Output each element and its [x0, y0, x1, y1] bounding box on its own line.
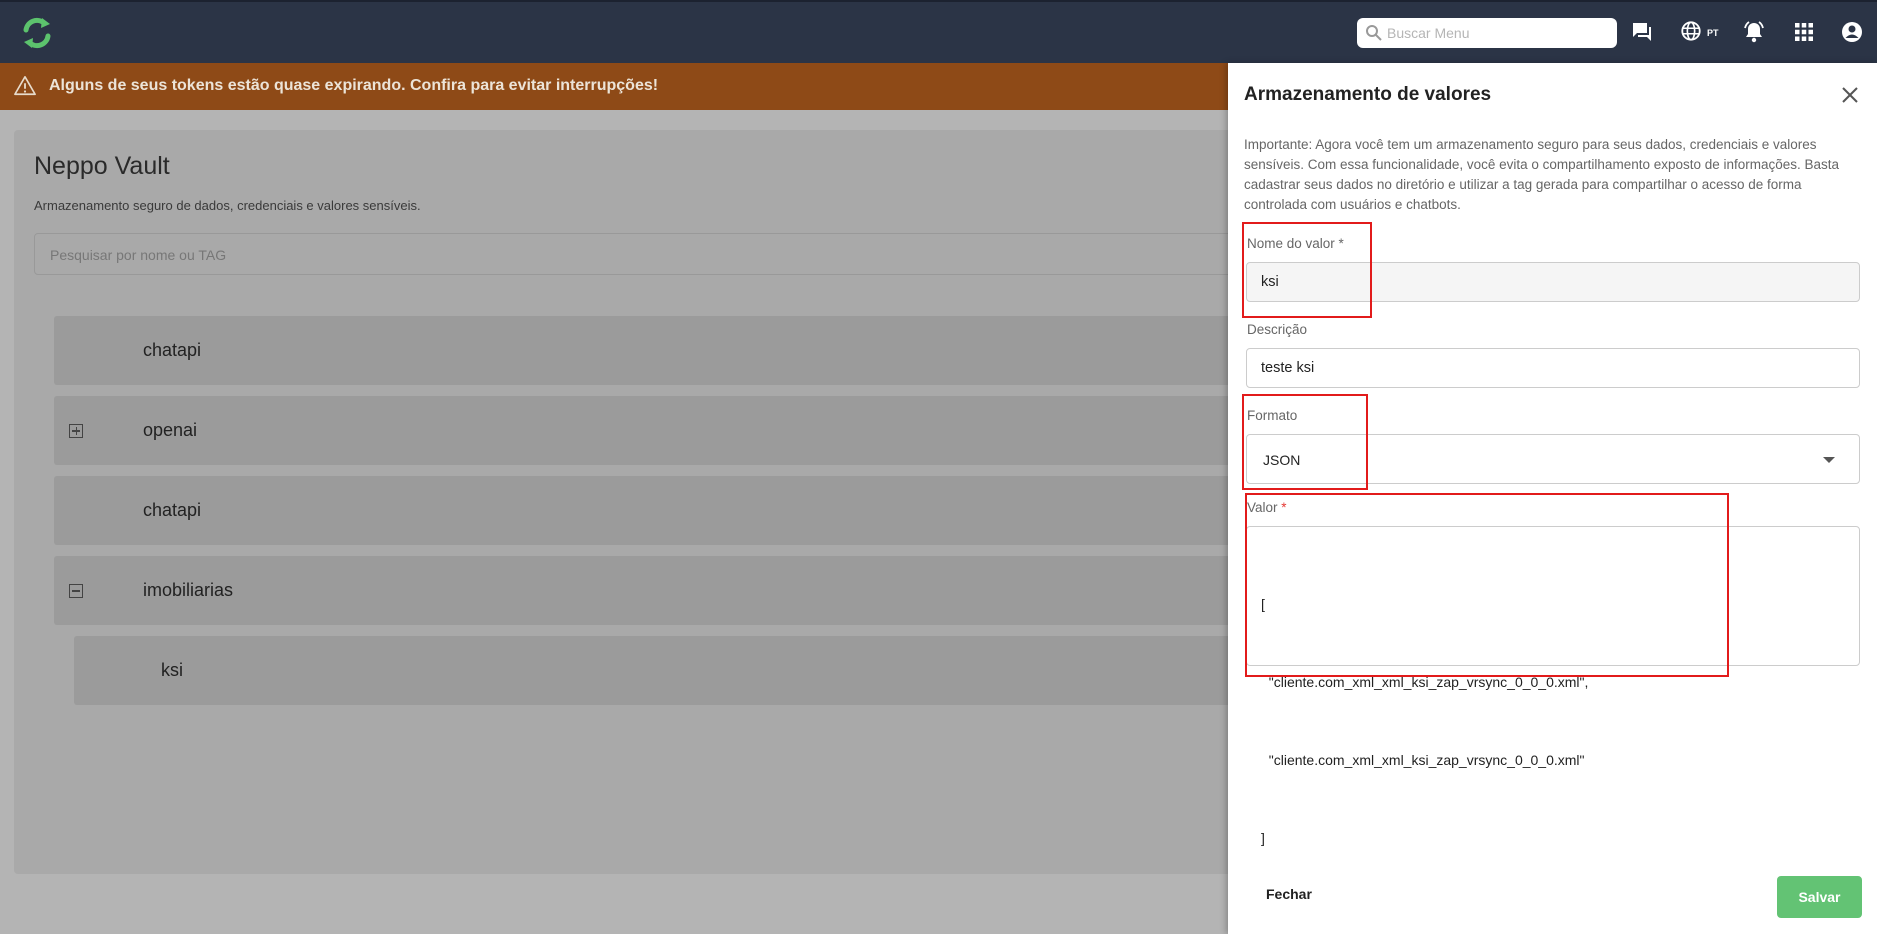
menu-search[interactable] — [1357, 18, 1617, 48]
name-field-label: Nome do valor * — [1247, 236, 1344, 251]
vault-card: Neppo Vault Armazenamento seguro de dado… — [14, 130, 1314, 874]
vault-item-label: ksi — [161, 660, 183, 680]
chat-icon[interactable] — [1630, 20, 1654, 44]
vault-item-label: chatapi — [143, 340, 202, 360]
menu-search-input[interactable] — [1387, 22, 1609, 44]
language-label: PT — [1707, 28, 1719, 38]
drawer-title: Armazenamento de valores — [1244, 84, 1492, 105]
vault-item-label: openai — [143, 420, 198, 440]
description-field-value: teste ksi — [1261, 360, 1315, 376]
expand-icon[interactable] — [69, 424, 83, 438]
vault-item[interactable]: chatapi — [54, 476, 1314, 545]
vault-item[interactable]: imobiliarias — [54, 556, 1314, 625]
page-title: Neppo Vault — [34, 152, 170, 180]
format-field-label: Formato — [1247, 408, 1298, 423]
name-field[interactable]: ksi — [1246, 262, 1860, 302]
chevron-down-icon — [1823, 457, 1835, 463]
vault-search-input[interactable]: Pesquisar por nome ou TAG — [34, 233, 1294, 275]
language-selector[interactable]: PT — [1680, 20, 1724, 44]
name-field-value: ksi — [1261, 274, 1279, 290]
account-circle-icon[interactable] — [1840, 20, 1864, 44]
value-line: "cliente.com_xml_xml_ksi_zap_vrsync_0_0_… — [1261, 752, 1585, 768]
drawer-info-text: Importante: Agora você tem um armazename… — [1244, 137, 1840, 212]
collapse-icon[interactable] — [69, 584, 83, 598]
format-select[interactable]: JSON — [1246, 434, 1860, 484]
top-bar: PT — [0, 0, 1877, 63]
globe-icon — [1681, 21, 1701, 41]
apps-grid-icon[interactable] — [1792, 20, 1816, 44]
description-field-label: Descrição — [1247, 322, 1308, 337]
value-line: "cliente.com_xml_xml_ksi_zap_vrsync_0_0_… — [1261, 674, 1589, 690]
value-line: [ — [1261, 596, 1265, 612]
value-line: ] — [1261, 830, 1265, 846]
save-button[interactable]: Salvar — [1777, 876, 1862, 918]
description-field[interactable]: teste ksi — [1246, 348, 1860, 388]
value-field-label: Valor * — [1247, 500, 1287, 515]
bell-icon[interactable] — [1742, 20, 1766, 44]
vault-child-item[interactable]: ksi — [74, 636, 1314, 705]
vault-search-placeholder: Pesquisar por nome ou TAG — [50, 247, 227, 263]
vault-item[interactable]: openai — [54, 396, 1314, 465]
close-icon[interactable] — [1840, 85, 1860, 105]
warning-text: Alguns de seus tokens estão quase expira… — [49, 77, 659, 94]
vault-item-label: imobiliarias — [143, 580, 234, 600]
value-storage-drawer: Armazenamento de valores Importante: Ago… — [1228, 63, 1877, 934]
warning-icon — [14, 76, 36, 96]
value-content: [ "cliente.com_xml_xml_ksi_zap_vrsync_0_… — [1261, 539, 1588, 903]
logo-icon[interactable] — [20, 16, 54, 50]
required-asterisk: * — [1281, 500, 1287, 515]
format-select-value: JSON — [1263, 452, 1301, 468]
value-label-text: Valor — [1247, 500, 1278, 515]
value-textarea[interactable]: [ "cliente.com_xml_xml_ksi_zap_vrsync_0_… — [1246, 526, 1860, 846]
search-icon — [1366, 25, 1382, 41]
page-subtitle: Armazenamento seguro de dados, credencia… — [34, 198, 421, 213]
vault-item-label: chatapi — [143, 500, 202, 520]
close-button[interactable]: Fechar — [1266, 886, 1312, 902]
vault-item[interactable]: chatapi — [54, 316, 1314, 385]
